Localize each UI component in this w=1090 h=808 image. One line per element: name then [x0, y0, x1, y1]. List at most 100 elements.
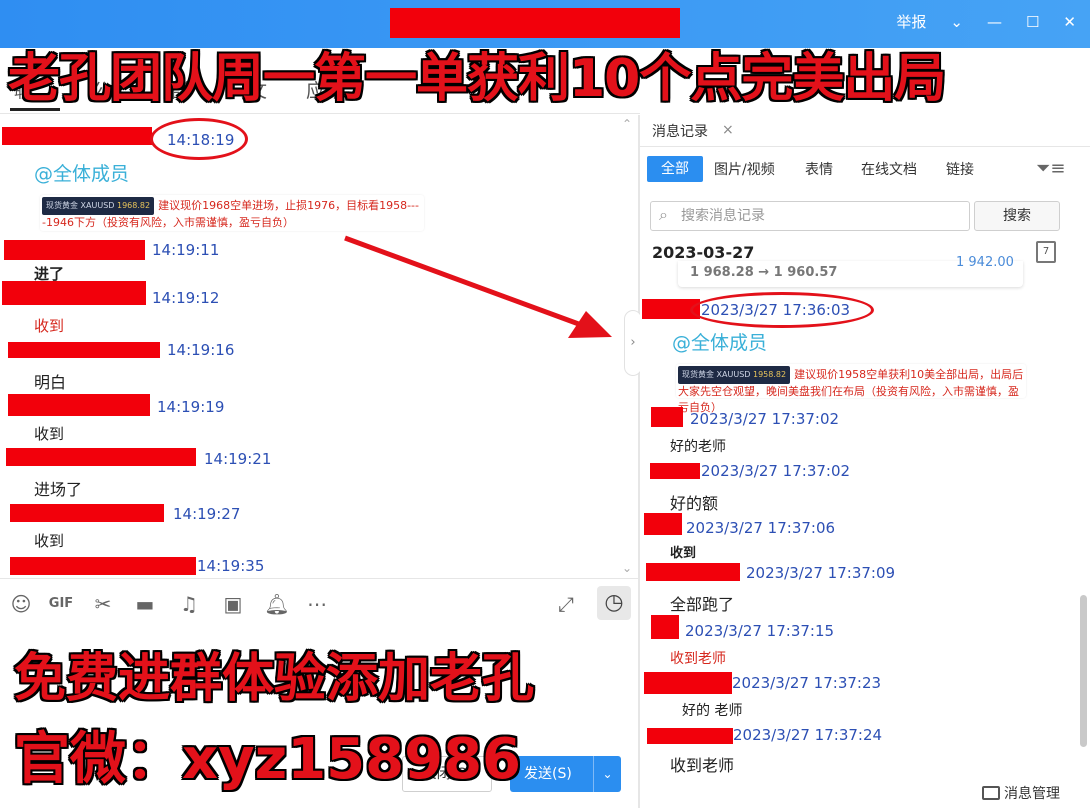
signal-card[interactable]: 现货黄金 XAUUSD 1968.82 建议现价1968空单进场，止损1976，目…: [40, 195, 424, 231]
message-timestamp: 2023/3/27 17:37:15: [685, 622, 835, 640]
filter-docs[interactable]: 在线文档: [861, 159, 917, 179]
redacted-sender: [8, 342, 160, 358]
close-icon[interactable]: ×: [722, 122, 734, 138]
maximize-icon[interactable]: ☐: [1026, 12, 1039, 32]
redacted-sender: [2, 281, 146, 305]
search-button[interactable]: 搜索: [974, 201, 1060, 231]
redacted-sender: [644, 513, 682, 535]
filter-stickers[interactable]: 表情: [805, 159, 833, 179]
message-timestamp: 14:19:12: [152, 289, 220, 307]
redacted-title: [390, 8, 680, 38]
price-target: 1 942.00: [956, 255, 1014, 270]
minimize-icon[interactable]: —: [987, 12, 1002, 32]
signal-card[interactable]: 现货黄金 XAUUSD 1958.82 建议现价1958空单获利10美全部出局，出…: [676, 364, 1026, 414]
message-timestamp: 2023/3/27 17:37:24: [733, 726, 883, 744]
filter-all[interactable]: 全部: [647, 156, 703, 182]
input-toolbar: ☺ GIF ✂ ▬ ♫ ▣ 🔔︎ ⋯ ⤢ ◷: [0, 578, 638, 626]
message-text: 收到: [34, 317, 65, 335]
search-icon: ⌕: [659, 205, 668, 224]
message-text: 收到老师: [670, 756, 735, 775]
message-timestamp: 14:19:21: [204, 450, 272, 468]
message-text: 收到: [670, 546, 697, 561]
gold-ticker-badge: 现货黄金 XAUUSD 1968.82: [42, 197, 155, 215]
message-text: 收到老师: [670, 651, 726, 667]
message-timestamp: 14:19:19: [157, 398, 225, 416]
history-scrollbar[interactable]: [1080, 595, 1087, 747]
chat-window: 举报 ⌄ — ☐ ✕ 聊 公 群 文 应用 ⌄ 14:18:19 @全体成员 现…: [0, 0, 1090, 808]
redacted-sender: [646, 563, 740, 581]
redacted-sender: [10, 557, 196, 575]
scroll-up-icon[interactable]: ⌃: [622, 117, 632, 131]
redacted-sender: [651, 407, 683, 427]
message-timestamp: 2023/3/27 17:37:02: [690, 410, 840, 428]
music-icon[interactable]: ♫: [176, 591, 202, 617]
emoji-icon[interactable]: ☺: [8, 591, 34, 617]
image-icon[interactable]: ▣: [220, 591, 246, 617]
price-card: 1 968.28 → 1 960.57 1 942.00: [678, 255, 1023, 287]
expand-icon[interactable]: ⤢: [553, 591, 579, 617]
redacted-sender: [10, 504, 164, 522]
redacted-sender: [650, 463, 700, 479]
highlight-circle: [690, 292, 874, 328]
folder-icon[interactable]: ▬: [132, 591, 158, 617]
report-button[interactable]: 举报: [896, 12, 926, 32]
message-timestamp: 2023/3/27 17:37:23: [732, 674, 882, 692]
history-search-input[interactable]: [681, 206, 961, 226]
clock-icon[interactable]: ◷: [597, 586, 631, 620]
message-timestamp: 2023/3/27 17:37:09: [746, 564, 896, 582]
promo-wechat-id: 官微：xyz158986: [14, 727, 522, 792]
redacted-sender: [8, 394, 150, 416]
price-change: 1 968.28 → 1 960.57: [690, 265, 838, 280]
window-controls: 举报 ⌄ — ☐ ✕: [896, 12, 1076, 32]
message-text: 收到: [34, 425, 65, 443]
bell-icon[interactable]: 🔔︎: [264, 591, 290, 617]
message-text: 全部跑了: [670, 595, 735, 614]
mention-all-members[interactable]: @全体成员: [672, 328, 767, 355]
filter-media[interactable]: 图片/视频: [714, 159, 775, 179]
history-filter-bar: 全部 图片/视频 表情 在线文档 链接 ⏷≡: [640, 153, 1090, 187]
more-icon[interactable]: ⋯: [304, 591, 330, 617]
history-search-box: ⌕: [650, 201, 970, 231]
message-timestamp: 2023/3/27 17:37:06: [686, 519, 836, 537]
promo-join-text: 免费进群体验添加老孔: [14, 649, 535, 709]
send-button[interactable]: 发送(S) ⌄: [510, 756, 621, 792]
tab-message-history[interactable]: 消息记录: [652, 121, 708, 141]
close-icon[interactable]: ✕: [1063, 12, 1076, 32]
mention-all-members[interactable]: @全体成员: [34, 159, 129, 186]
message-timestamp: 2023/3/27 17:37:02: [701, 462, 851, 480]
message-timestamp: 14:19:11: [152, 241, 220, 259]
gold-ticker-badge: 现货黄金 XAUUSD 1958.82: [678, 366, 791, 384]
message-text: 好的额: [670, 494, 719, 513]
filter-icon[interactable]: ⏷≡: [1036, 158, 1065, 179]
history-tab-bar: 消息记录 ×: [640, 115, 1090, 147]
redacted-sender: [644, 672, 732, 694]
send-options-chevron-icon[interactable]: ⌄: [593, 756, 621, 792]
chevron-down-icon[interactable]: ⌄: [950, 12, 963, 32]
message-text: 好的老师: [670, 439, 726, 455]
filter-links[interactable]: 链接: [946, 159, 974, 179]
history-date-heading: 2023-03-27: [652, 243, 755, 262]
calendar-icon[interactable]: 7: [1036, 241, 1056, 263]
message-text: 收到: [34, 532, 65, 550]
message-timestamp: 14:19:27: [173, 505, 241, 523]
redacted-sender: [4, 240, 145, 260]
highlight-circle: [150, 118, 248, 160]
redacted-sender: [651, 615, 679, 639]
gif-icon[interactable]: GIF: [48, 591, 74, 617]
redacted-sender: [647, 728, 733, 744]
chat-message-list[interactable]: 14:18:19 @全体成员 现货黄金 XAUUSD 1968.82 建议现价19…: [0, 115, 638, 578]
scissors-icon[interactable]: ✂: [90, 591, 116, 617]
promo-headline: 老孔团队周一第一单获利10个点完美出局: [8, 49, 946, 109]
message-history-panel: 消息记录 × 全部 图片/视频 表情 在线文档 链接 ⏷≡ ⌕ 搜索 2023-…: [640, 115, 1090, 808]
message-manager-button[interactable]: 消息管理: [982, 783, 1060, 803]
message-text: 进场了: [34, 480, 83, 499]
message-text: 好的 老师: [682, 703, 743, 719]
message-timestamp: 14:19:16: [167, 341, 235, 359]
redacted-sender: [2, 127, 152, 145]
redacted-sender: [6, 448, 196, 466]
message-manager-icon: [982, 786, 1000, 800]
message-timestamp: 14:19:35: [197, 557, 265, 575]
send-label: 发送(S): [524, 766, 572, 782]
scroll-down-icon[interactable]: ⌄: [622, 561, 632, 575]
message-text: 明白: [34, 373, 67, 392]
